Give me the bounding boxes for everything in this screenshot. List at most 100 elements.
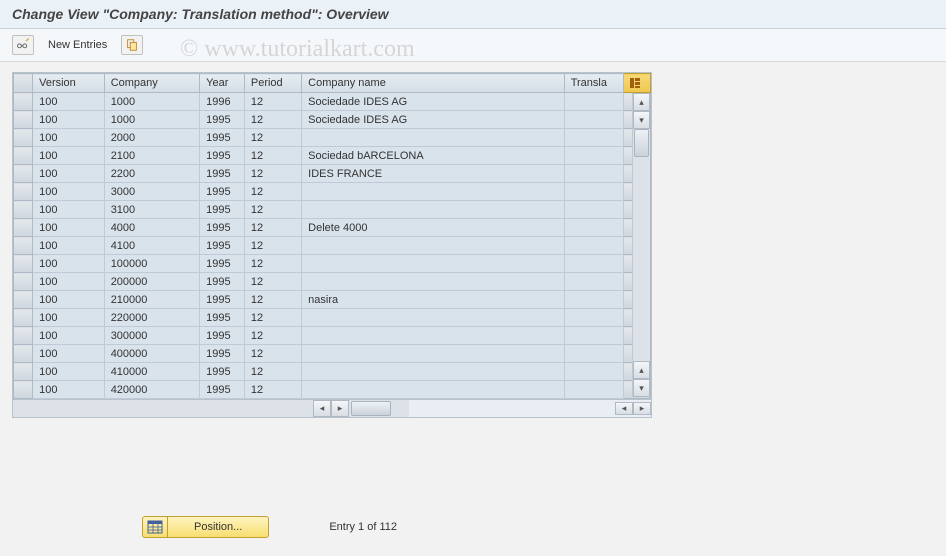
row-selector[interactable] bbox=[14, 381, 33, 399]
cell-year[interactable]: 1995 bbox=[200, 237, 245, 255]
position-icon-button[interactable] bbox=[142, 516, 168, 538]
cell-company[interactable]: 2200 bbox=[104, 165, 199, 183]
hscroll-right-button-2[interactable]: ▸ bbox=[633, 402, 651, 415]
cell-company[interactable]: 220000 bbox=[104, 309, 199, 327]
vertical-scrollbar[interactable]: ▴ ▾ ▴ ▾ bbox=[632, 93, 650, 397]
cell-company-name[interactable] bbox=[302, 327, 565, 345]
cell-company-name[interactable] bbox=[302, 363, 565, 381]
row-selector[interactable] bbox=[14, 309, 33, 327]
copy-as-button[interactable] bbox=[121, 35, 143, 55]
cell-version[interactable]: 100 bbox=[33, 147, 105, 165]
cell-company-name[interactable]: IDES FRANCE bbox=[302, 165, 565, 183]
col-header-version[interactable]: Version bbox=[33, 74, 105, 93]
cell-translation[interactable] bbox=[564, 111, 623, 129]
cell-translation[interactable] bbox=[564, 363, 623, 381]
cell-translation[interactable] bbox=[564, 93, 623, 111]
cell-year[interactable]: 1995 bbox=[200, 111, 245, 129]
cell-company-name[interactable] bbox=[302, 273, 565, 291]
cell-version[interactable]: 100 bbox=[33, 219, 105, 237]
cell-company[interactable]: 2100 bbox=[104, 147, 199, 165]
cell-company-name[interactable] bbox=[302, 381, 565, 399]
cell-period[interactable]: 12 bbox=[244, 309, 301, 327]
row-selector[interactable] bbox=[14, 255, 33, 273]
cell-version[interactable]: 100 bbox=[33, 309, 105, 327]
cell-year[interactable]: 1995 bbox=[200, 219, 245, 237]
cell-translation[interactable] bbox=[564, 381, 623, 399]
cell-year[interactable]: 1995 bbox=[200, 381, 245, 399]
cell-version[interactable]: 100 bbox=[33, 291, 105, 309]
cell-company-name[interactable] bbox=[302, 345, 565, 363]
col-header-translation[interactable]: Transla bbox=[564, 74, 623, 93]
hscroll-thumb[interactable] bbox=[351, 401, 391, 416]
cell-period[interactable]: 12 bbox=[244, 147, 301, 165]
cell-version[interactable]: 100 bbox=[33, 381, 105, 399]
cell-company-name[interactable]: Sociedade IDES AG bbox=[302, 93, 565, 111]
cell-year[interactable]: 1995 bbox=[200, 147, 245, 165]
cell-version[interactable]: 100 bbox=[33, 345, 105, 363]
row-selector[interactable] bbox=[14, 93, 33, 111]
cell-version[interactable]: 100 bbox=[33, 201, 105, 219]
cell-translation[interactable] bbox=[564, 237, 623, 255]
cell-company[interactable]: 2000 bbox=[104, 129, 199, 147]
select-all-cell[interactable] bbox=[14, 74, 33, 93]
cell-version[interactable]: 100 bbox=[33, 111, 105, 129]
cell-year[interactable]: 1996 bbox=[200, 93, 245, 111]
cell-translation[interactable] bbox=[564, 219, 623, 237]
cell-period[interactable]: 12 bbox=[244, 291, 301, 309]
vscroll-thumb[interactable] bbox=[634, 129, 649, 157]
cell-version[interactable]: 100 bbox=[33, 273, 105, 291]
cell-company[interactable]: 420000 bbox=[104, 381, 199, 399]
row-selector[interactable] bbox=[14, 219, 33, 237]
hscroll-track[interactable] bbox=[349, 400, 409, 417]
scroll-up-step-button[interactable]: ▴ bbox=[633, 361, 650, 379]
cell-period[interactable]: 12 bbox=[244, 273, 301, 291]
cell-translation[interactable] bbox=[564, 345, 623, 363]
scroll-down-step-button[interactable]: ▾ bbox=[633, 111, 650, 129]
cell-year[interactable]: 1995 bbox=[200, 201, 245, 219]
horizontal-scrollbar[interactable]: ◂ ▸ ◂ ▸ bbox=[313, 400, 651, 417]
cell-version[interactable]: 100 bbox=[33, 327, 105, 345]
cell-company[interactable]: 3000 bbox=[104, 183, 199, 201]
cell-period[interactable]: 12 bbox=[244, 111, 301, 129]
scroll-up-button[interactable]: ▴ bbox=[633, 93, 650, 111]
cell-company[interactable]: 400000 bbox=[104, 345, 199, 363]
cell-company-name[interactable] bbox=[302, 183, 565, 201]
cell-company[interactable]: 100000 bbox=[104, 255, 199, 273]
cell-period[interactable]: 12 bbox=[244, 183, 301, 201]
cell-translation[interactable] bbox=[564, 165, 623, 183]
cell-translation[interactable] bbox=[564, 291, 623, 309]
cell-period[interactable]: 12 bbox=[244, 345, 301, 363]
cell-translation[interactable] bbox=[564, 273, 623, 291]
cell-version[interactable]: 100 bbox=[33, 93, 105, 111]
cell-company[interactable]: 1000 bbox=[104, 93, 199, 111]
table-settings-button[interactable] bbox=[623, 74, 650, 93]
cell-period[interactable]: 12 bbox=[244, 201, 301, 219]
cell-year[interactable]: 1995 bbox=[200, 183, 245, 201]
cell-period[interactable]: 12 bbox=[244, 327, 301, 345]
cell-year[interactable]: 1995 bbox=[200, 129, 245, 147]
cell-company[interactable]: 4100 bbox=[104, 237, 199, 255]
cell-company[interactable]: 300000 bbox=[104, 327, 199, 345]
cell-translation[interactable] bbox=[564, 255, 623, 273]
cell-company-name[interactable] bbox=[302, 255, 565, 273]
row-selector[interactable] bbox=[14, 147, 33, 165]
cell-period[interactable]: 12 bbox=[244, 381, 301, 399]
cell-period[interactable]: 12 bbox=[244, 93, 301, 111]
cell-company-name[interactable] bbox=[302, 309, 565, 327]
col-header-period[interactable]: Period bbox=[244, 74, 301, 93]
new-entries-button[interactable]: New Entries bbox=[40, 36, 115, 54]
cell-company[interactable]: 3100 bbox=[104, 201, 199, 219]
cell-year[interactable]: 1995 bbox=[200, 309, 245, 327]
cell-year[interactable]: 1995 bbox=[200, 291, 245, 309]
cell-year[interactable]: 1995 bbox=[200, 345, 245, 363]
cell-translation[interactable] bbox=[564, 129, 623, 147]
hscroll-left-button-2[interactable]: ◂ bbox=[615, 402, 633, 415]
col-header-company[interactable]: Company bbox=[104, 74, 199, 93]
cell-company-name[interactable] bbox=[302, 237, 565, 255]
cell-version[interactable]: 100 bbox=[33, 183, 105, 201]
cell-company-name[interactable] bbox=[302, 129, 565, 147]
cell-company[interactable]: 210000 bbox=[104, 291, 199, 309]
cell-year[interactable]: 1995 bbox=[200, 273, 245, 291]
position-button[interactable]: Position... bbox=[168, 516, 269, 538]
cell-period[interactable]: 12 bbox=[244, 363, 301, 381]
